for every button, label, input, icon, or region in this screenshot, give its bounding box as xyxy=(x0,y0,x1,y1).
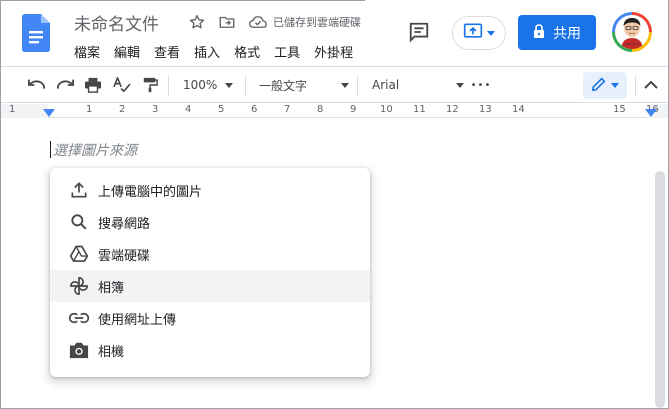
present-icon xyxy=(463,22,483,44)
ruler-number: 11 xyxy=(413,104,426,115)
avatar-face-icon: Tsai Ching xyxy=(615,15,649,49)
chevron-down-icon xyxy=(225,82,234,88)
ruler-number: 1 xyxy=(9,104,16,115)
drive-icon xyxy=(68,243,90,265)
menu-addons[interactable]: 外掛程 xyxy=(314,42,353,61)
save-status: 已儲存到雲端硬碟 xyxy=(273,16,361,29)
menu-item-photos[interactable]: 相簿 xyxy=(50,270,370,302)
cloud-saved-icon[interactable] xyxy=(248,13,268,31)
more-options-icon[interactable]: ••• xyxy=(471,75,491,95)
search-icon xyxy=(68,211,90,233)
paint-format-icon[interactable] xyxy=(140,75,160,95)
ruler-number: 14 xyxy=(512,104,525,115)
move-to-folder-icon[interactable] xyxy=(217,12,237,32)
divider xyxy=(245,76,246,96)
right-indent-marker[interactable] xyxy=(645,109,657,117)
style-select[interactable]: 一般文字 xyxy=(259,75,349,95)
menu-item-label: 相機 xyxy=(98,344,125,360)
avatar[interactable]: Tsai Ching xyxy=(612,12,652,52)
chevron-down-icon xyxy=(341,82,349,88)
ruler-number: 4 xyxy=(185,104,192,115)
left-indent-marker[interactable] xyxy=(43,109,55,117)
chevron-down-icon xyxy=(611,83,619,88)
image-source-menu: 上傳電腦中的圖片 搜尋網路 雲端硬碟 相簿 使用網址上傳 相機 xyxy=(50,168,370,377)
spellcheck-icon[interactable] xyxy=(112,75,132,95)
ruler-number: 5 xyxy=(218,104,225,115)
menu-format[interactable]: 格式 xyxy=(234,42,260,61)
text-cursor xyxy=(50,141,51,158)
menu-bar: 檔案 編輯 查看 插入 格式 工具 外掛程 xyxy=(74,42,367,61)
ruler-number: 8 xyxy=(317,104,324,115)
menu-item-drive[interactable]: 雲端硬碟 xyxy=(50,238,370,270)
editing-mode-button[interactable] xyxy=(583,72,627,99)
vertical-scrollbar[interactable] xyxy=(655,171,665,408)
menu-item-upload[interactable]: 上傳電腦中的圖片 xyxy=(50,174,370,206)
star-icon[interactable] xyxy=(187,12,207,32)
present-button[interactable] xyxy=(452,16,506,50)
divider xyxy=(168,76,169,96)
zoom-select[interactable]: 100% xyxy=(183,75,239,95)
chevron-down-icon xyxy=(456,82,464,88)
divider xyxy=(635,76,636,96)
menu-view[interactable]: 查看 xyxy=(154,42,180,61)
ruler-number: 10 xyxy=(380,104,393,115)
ruler-number: 7 xyxy=(284,104,291,115)
menu-file[interactable]: 檔案 xyxy=(74,42,100,61)
docs-logo-icon[interactable] xyxy=(22,14,50,52)
menu-item-label: 上傳電腦中的圖片 xyxy=(98,184,203,200)
style-value: 一般文字 xyxy=(259,78,308,93)
upload-icon xyxy=(68,179,90,201)
menu-item-label: 使用網址上傳 xyxy=(98,312,177,328)
redo-icon[interactable] xyxy=(55,75,75,95)
menu-item-by-url[interactable]: 使用網址上傳 xyxy=(50,302,370,334)
camera-icon xyxy=(68,339,90,361)
ruler-number: 13 xyxy=(479,104,492,115)
menu-item-camera[interactable]: 相機 xyxy=(50,334,370,366)
ruler-number: 15 xyxy=(613,104,626,115)
link-icon xyxy=(68,307,90,329)
font-select[interactable]: Arial xyxy=(372,75,464,95)
avatar-caption: Tsai Ching xyxy=(624,42,640,46)
document-title[interactable]: 未命名文件 xyxy=(74,10,159,35)
comment-history-icon[interactable] xyxy=(407,20,431,44)
ruler-ticks xyxy=(1,104,668,118)
share-label: 共用 xyxy=(553,25,581,42)
pencil-icon xyxy=(591,76,607,96)
chevron-down-icon xyxy=(487,30,495,36)
ruler-number: 1 xyxy=(86,104,93,115)
ruler-number: 9 xyxy=(350,104,357,115)
zoom-value: 100% xyxy=(183,78,218,92)
menu-item-label: 搜尋網路 xyxy=(98,216,151,232)
ruler-number: 6 xyxy=(251,104,258,115)
menu-item-search-web[interactable]: 搜尋網路 xyxy=(50,206,370,238)
image-source-prompt: 選擇圖片來源 xyxy=(53,143,137,159)
photos-icon xyxy=(68,275,90,297)
toolbar: 100% 一般文字 Arial ••• xyxy=(1,66,668,103)
collapse-menus-icon[interactable] xyxy=(641,75,661,95)
menu-item-label: 雲端硬碟 xyxy=(98,248,151,264)
print-icon[interactable] xyxy=(83,75,103,95)
menu-edit[interactable]: 編輯 xyxy=(114,42,140,61)
menu-insert[interactable]: 插入 xyxy=(194,42,220,61)
ruler-number: 3 xyxy=(152,104,159,115)
share-button[interactable]: 共用 xyxy=(518,15,596,50)
lock-icon xyxy=(533,23,545,42)
ruler-number: 2 xyxy=(119,104,126,115)
undo-icon[interactable] xyxy=(27,75,47,95)
menu-tools[interactable]: 工具 xyxy=(274,42,300,61)
divider xyxy=(357,76,358,96)
ruler: 1 1 2 3 4 5 6 7 8 9 10 11 12 13 14 15 16 xyxy=(1,104,668,118)
menu-item-label: 相簿 xyxy=(98,280,125,296)
ruler-number: 12 xyxy=(446,104,459,115)
font-value: Arial xyxy=(372,78,400,92)
